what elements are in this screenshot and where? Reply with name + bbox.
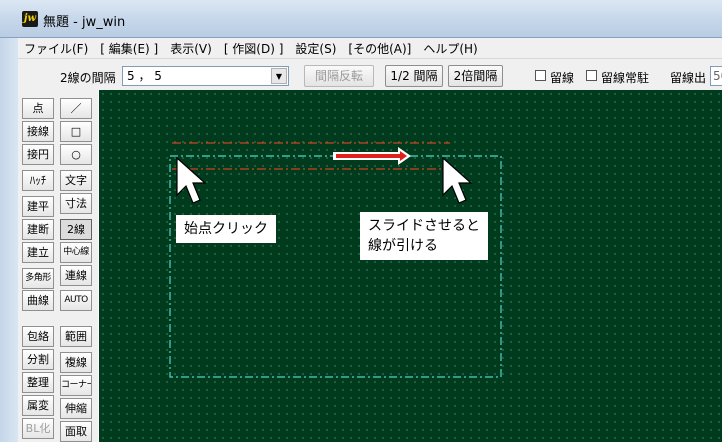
mouse-cursor-icon [176,156,207,204]
selection-rectangle [169,155,502,378]
mouse-cursor-icon [442,156,473,204]
slide-arrow-icon [333,147,411,165]
slide-note: スライドさせると 線が引ける [360,212,488,260]
start-click-note: 始点クリック [176,215,276,243]
